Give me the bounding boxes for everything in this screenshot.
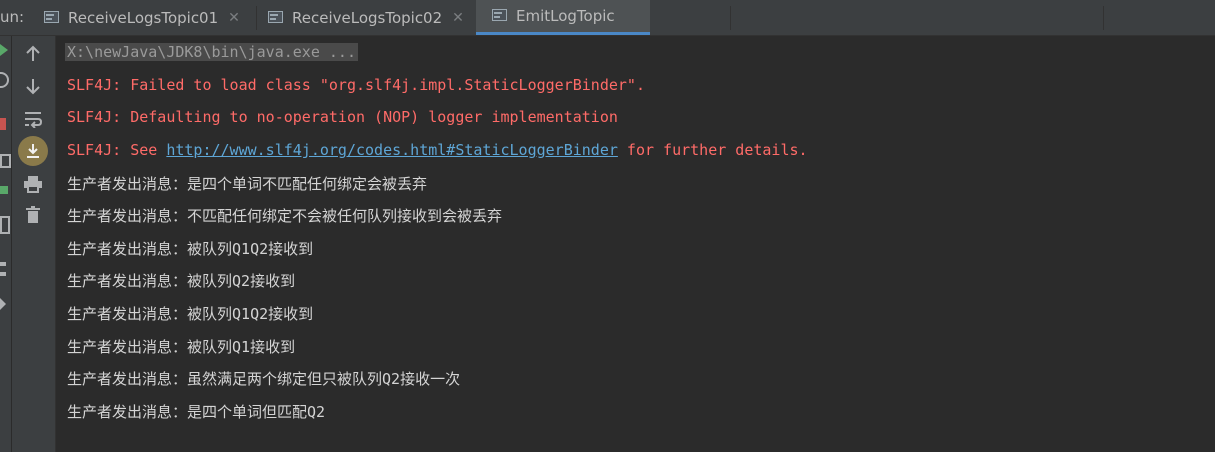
trash-icon[interactable]	[20, 202, 46, 228]
tab-emitlogtopic[interactable]: EmitLogTopic	[476, 0, 650, 35]
console-icon	[44, 10, 60, 26]
resume-icon[interactable]	[0, 186, 8, 194]
command-line: X:\newJava\JDK8\bin\java.exe ...	[65, 43, 358, 61]
arrow-up-icon[interactable]	[20, 41, 46, 67]
output-line: 生产者发出消息：被队列Q1Q2接收到	[67, 240, 314, 258]
run-actions-strip	[0, 36, 11, 452]
error-line: SLF4J: Failed to load class "org.slf4j.i…	[67, 76, 645, 94]
console-icon	[492, 8, 508, 24]
run-tab-bar: un: ReceiveLogsTopic01 ✕ ReceiveLogsTopi…	[0, 0, 1215, 36]
console-output[interactable]: X:\newJava\JDK8\bin\java.exe ... SLF4J: …	[56, 36, 1215, 452]
rerun-icon[interactable]	[0, 44, 8, 56]
run-label: un:	[0, 8, 25, 26]
tab-receivelogstopic02[interactable]: ReceiveLogsTopic02 ✕	[268, 0, 474, 35]
output-line: 生产者发出消息：是四个单词不匹配任何绑定会被丢弃	[67, 175, 428, 193]
restart-icon[interactable]	[0, 72, 9, 88]
console-icon	[268, 10, 284, 26]
stop-icon[interactable]	[0, 118, 6, 130]
tab-label: EmitLogTopic	[516, 7, 615, 25]
output-line: 生产者发出消息：不匹配任何绑定不会被任何队列接收到会被丢弃	[67, 207, 503, 225]
output-line: 生产者发出消息：是四个单词但匹配Q2	[67, 403, 326, 421]
scroll-to-end-icon[interactable]	[18, 136, 48, 166]
error-line: SLF4J: Defaulting to no-operation (NOP) …	[67, 108, 618, 126]
pin-icon	[0, 272, 6, 276]
layout-icon[interactable]	[0, 216, 10, 234]
tab-label: ReceiveLogsTopic01	[68, 8, 219, 27]
tab-divider	[730, 6, 731, 30]
output-line: 生产者发出消息：被队列Q2接收到	[67, 272, 296, 290]
error-line-see: SLF4J: See http://www.slf4j.org/codes.ht…	[67, 141, 808, 159]
close-icon[interactable]: ✕	[452, 10, 464, 26]
output-line: 生产者发出消息：被队列Q1Q2接收到	[67, 305, 314, 323]
close-icon[interactable]: ✕	[228, 10, 240, 26]
expand-icon[interactable]	[0, 298, 6, 310]
pin-icon[interactable]	[0, 262, 6, 266]
tab-divider	[1103, 6, 1104, 30]
output-line: 生产者发出消息：被队列Q1接收到	[67, 338, 296, 356]
slf4j-link[interactable]: http://www.slf4j.org/codes.html#StaticLo…	[166, 141, 618, 159]
tab-receivelogstopic01[interactable]: ReceiveLogsTopic01 ✕	[44, 0, 250, 35]
print-icon[interactable]	[20, 171, 46, 197]
output-line: 生产者发出消息：虽然满足两个绑定但只被队列Q2接收一次	[67, 370, 461, 388]
soft-wrap-icon[interactable]	[20, 106, 46, 132]
tab-label: ReceiveLogsTopic02	[292, 8, 443, 27]
see-prefix: SLF4J: See	[67, 141, 167, 159]
arrow-down-icon[interactable]	[20, 73, 46, 99]
see-suffix: for further details.	[617, 141, 808, 159]
camera-icon[interactable]	[0, 154, 11, 168]
tab-divider	[256, 6, 257, 30]
